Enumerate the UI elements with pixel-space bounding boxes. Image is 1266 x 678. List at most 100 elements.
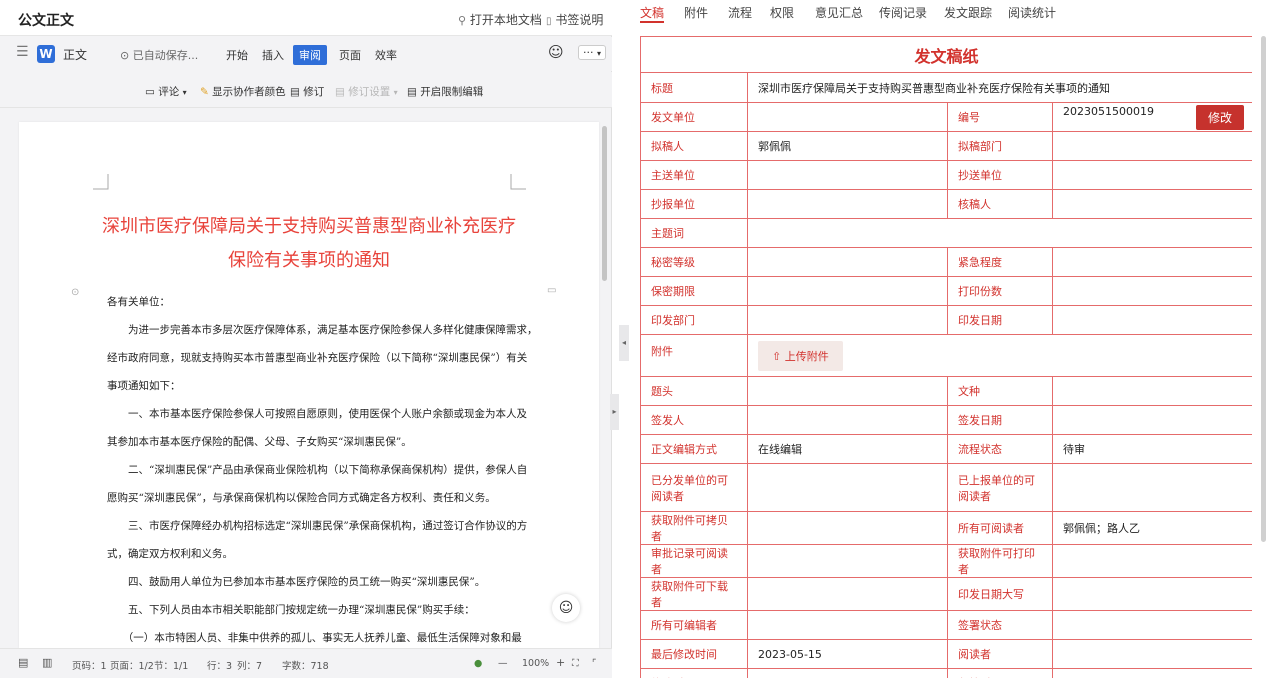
field-value[interactable]	[747, 577, 948, 611]
field-value[interactable]	[1051, 463, 1252, 512]
comment-icon: ▭	[145, 86, 155, 98]
field-value[interactable]	[1051, 577, 1252, 611]
status-bar: ▤ ▥ 页码：1 页面：1/2 节：1/1 行：3 列：7 字数：718 ● —…	[0, 648, 612, 678]
field-value[interactable]	[747, 160, 948, 190]
field-label: 紧急程度	[947, 247, 1053, 277]
page-code: 页码：1	[72, 661, 107, 672]
field-value[interactable]	[1051, 247, 1252, 277]
zoom-out-icon[interactable]: —	[498, 658, 508, 669]
collapse-right-handle[interactable]: ▸	[610, 394, 619, 430]
row-indicator: 行：3	[207, 661, 233, 672]
tab-permissions[interactable]: 权限	[770, 4, 794, 21]
tab-page[interactable]: 页面	[339, 47, 361, 63]
revise-settings-button[interactable]: ▤ 修订设置 ▾	[335, 84, 398, 99]
field-value[interactable]: 郭佩佩；路人乙	[1051, 511, 1252, 545]
field-value[interactable]	[1051, 639, 1252, 669]
field-label: 主题词	[640, 218, 748, 248]
fit-icon[interactable]: ⛶	[572, 658, 579, 669]
field-value[interactable]	[747, 189, 948, 219]
tab-draft[interactable]: 文稿	[640, 4, 664, 21]
field-value[interactable]	[1051, 668, 1252, 678]
zoom-in-icon[interactable]: +	[556, 656, 565, 669]
open-local-button[interactable]: ⚲ 打开本地文档	[458, 11, 542, 28]
field-value[interactable]	[1051, 160, 1252, 190]
tab-review[interactable]: 审阅	[293, 45, 327, 65]
field-value[interactable]	[747, 610, 948, 640]
field-value[interactable]	[746, 218, 1252, 248]
doc-view-icon[interactable]: ▥	[42, 656, 52, 669]
field-value[interactable]	[1051, 189, 1252, 219]
revise-button[interactable]: ▤ 修订	[290, 84, 324, 99]
bookmark-button[interactable]: ▯ 书签说明	[546, 11, 603, 28]
field-label: 印发部门	[640, 305, 748, 335]
form-scrollbar[interactable]	[1261, 36, 1266, 542]
field-value[interactable]	[747, 463, 948, 512]
assistant-icon[interactable]: ☺	[548, 43, 564, 61]
field-value[interactable]	[1051, 131, 1252, 161]
collapse-left-handle[interactable]: ◂	[619, 325, 629, 361]
tab-circulation[interactable]: 传阅记录	[879, 4, 927, 21]
tab-attachments[interactable]: 附件	[684, 4, 708, 21]
show-color-button[interactable]: ✎ 显示协作者颜色	[200, 84, 286, 99]
field-label: 保密期限	[640, 276, 748, 306]
revise-icon: ▤	[290, 86, 300, 98]
field-value[interactable]	[1051, 305, 1252, 335]
margin-corner-mark	[510, 174, 526, 190]
document-page[interactable]: 深圳市医疗保障局关于支持购买普惠型商业补充医疗 保险有关事项的通知 ⊙ ▭ 各有…	[19, 122, 599, 648]
field-value[interactable]	[1051, 544, 1252, 578]
field-value[interactable]	[747, 405, 948, 435]
fullscreen-icon[interactable]: ⌜	[592, 658, 596, 669]
word-logo-icon: W	[37, 45, 55, 63]
field-value[interactable]: 2023-05-15	[747, 668, 948, 678]
menu-icon[interactable]: ☰	[16, 44, 29, 60]
check-circle-icon: ⊙	[120, 49, 130, 62]
tab-read-stats[interactable]: 阅读统计	[1008, 4, 1056, 21]
field-value[interactable]: 2023-05-15	[747, 639, 948, 669]
comment-add-icon[interactable]: ▭	[547, 285, 556, 296]
scroll-thumb[interactable]	[602, 126, 607, 281]
field-value[interactable]: 待审	[1051, 434, 1252, 464]
field-value[interactable]	[1051, 276, 1252, 306]
tab-opinions[interactable]: 意见汇总	[815, 4, 863, 21]
tab-efficiency[interactable]: 效率	[375, 47, 397, 63]
field-value[interactable]	[747, 376, 948, 406]
outline-icon[interactable]: ▤	[18, 656, 28, 669]
tab-workflow[interactable]: 流程	[728, 4, 752, 21]
attachment-label: 附件	[640, 334, 748, 377]
zoom-level[interactable]: 100%	[522, 658, 549, 669]
doc-paragraph: 四、鼓励用人单位为已参加本市基本医疗保险的员工统一购买“深圳惠民保”。	[107, 576, 486, 588]
col-indicator: 列：7	[237, 661, 263, 672]
field-value[interactable]: 郭佩佩	[747, 131, 948, 161]
serial-number-cell[interactable]: 2023051500019 修改	[1051, 102, 1252, 132]
field-value[interactable]	[747, 305, 948, 335]
tab-start[interactable]: 开始	[226, 47, 248, 63]
field-label: 抄报单位	[640, 189, 748, 219]
assistant-float-icon[interactable]: ☺	[552, 594, 580, 622]
tab-insert[interactable]: 插入	[262, 47, 284, 63]
tab-tracking[interactable]: 发文跟踪	[944, 4, 992, 21]
comment-marker-icon[interactable]: ⊙	[71, 287, 79, 298]
chevron-left-icon: ◂	[621, 338, 626, 347]
doc-scrollbar[interactable]	[602, 122, 608, 648]
field-value[interactable]	[747, 511, 948, 545]
title-value[interactable]: 深圳市医疗保障局关于支持购买普惠型商业补充医疗保险有关事项的通知	[746, 72, 1252, 103]
doc-title-line1: 深圳市医疗保障局关于支持购买普惠型商业补充医疗	[102, 216, 516, 237]
field-value[interactable]: 在线编辑	[747, 434, 948, 464]
field-label: 发文单位	[640, 102, 748, 132]
upload-attachment-button[interactable]: ⇧ 上传附件	[758, 340, 843, 371]
field-value[interactable]	[1051, 610, 1252, 640]
field-value[interactable]	[747, 247, 948, 277]
restrict-edit-button[interactable]: ▤ 开启限制编辑	[407, 84, 483, 99]
field-label: 流程状态	[947, 434, 1053, 464]
more-button[interactable]: ··· ▾	[578, 45, 607, 60]
field-value[interactable]	[1051, 405, 1252, 435]
modify-button[interactable]: 修改	[1196, 104, 1245, 130]
word-toolbar: ☰ W 正文 ⊙ 已自动保存... 开始 插入 审阅 页面 效率 ☺ ··· ▾	[0, 37, 612, 71]
field-value[interactable]	[747, 276, 948, 306]
field-value[interactable]	[747, 544, 948, 578]
collab-icon[interactable]: ●	[474, 658, 482, 669]
attachment-cell: ⇧ 上传附件	[746, 334, 1252, 377]
field-value[interactable]	[1051, 376, 1252, 406]
comment-button[interactable]: ▭ 评论 ▾	[145, 84, 187, 99]
field-value[interactable]	[747, 102, 948, 132]
